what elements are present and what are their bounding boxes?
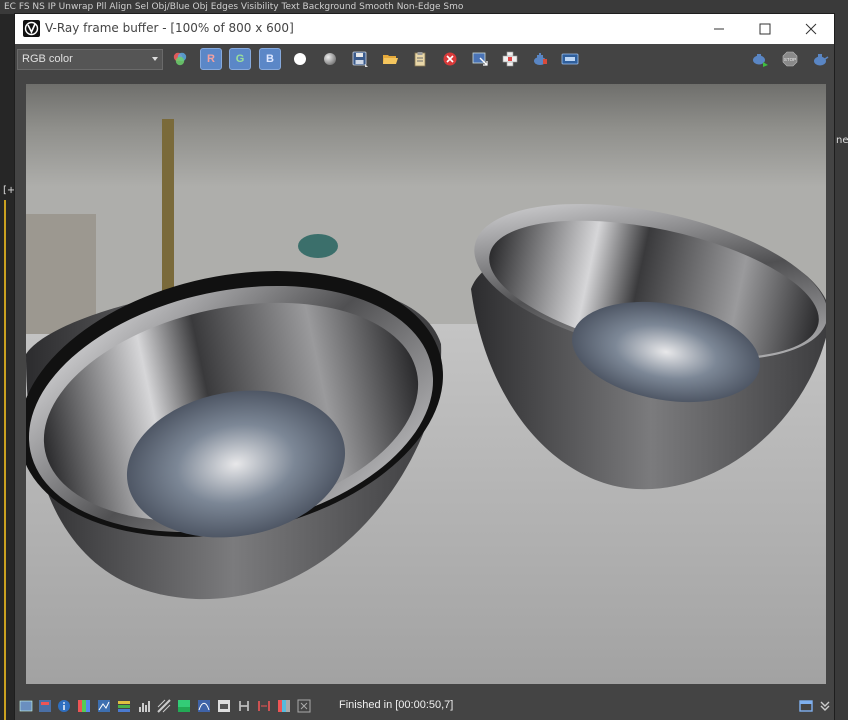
- levels-icon[interactable]: [97, 698, 111, 712]
- histogram-icon[interactable]: [137, 698, 151, 712]
- exposure-icon[interactable]: [157, 698, 171, 713]
- ocio-icon[interactable]: [217, 698, 231, 712]
- clipboard-icon: [414, 52, 426, 67]
- rendered-image[interactable]: [26, 84, 826, 684]
- maximize-button[interactable]: [742, 14, 788, 44]
- region-track-icon: [472, 52, 488, 66]
- background-right-panel: [835, 14, 848, 720]
- render-canvas: [26, 84, 826, 684]
- clear-image-button[interactable]: [439, 48, 461, 70]
- color-correction-icon[interactable]: [77, 698, 91, 712]
- blue-channel-button[interactable]: B: [259, 48, 281, 70]
- frame-icon[interactable]: [19, 698, 33, 712]
- teapot-region-icon: [534, 53, 547, 65]
- rgb-circles-icon: [173, 52, 187, 66]
- lut-icon[interactable]: [197, 698, 211, 712]
- background-right-label: net: [836, 135, 848, 146]
- curves-icon[interactable]: [117, 698, 131, 712]
- history-icon[interactable]: [38, 698, 52, 712]
- building-left: [26, 214, 96, 334]
- chevron-down-icon: [152, 57, 158, 61]
- track-mouse-button[interactable]: [469, 48, 491, 70]
- alpha-white-button[interactable]: [289, 48, 311, 70]
- h-icon[interactable]: [237, 698, 251, 712]
- follow-mouse-button[interactable]: [499, 48, 521, 70]
- load-image-button[interactable]: [379, 48, 401, 70]
- render-last-button[interactable]: [809, 48, 831, 70]
- channels-icon[interactable]: [277, 698, 291, 712]
- duplicate-to-history-button[interactable]: [409, 48, 431, 70]
- close-button[interactable]: [788, 14, 834, 44]
- save-disk-icon: [352, 51, 368, 67]
- render-region-button[interactable]: [529, 48, 551, 70]
- maximize-icon: [759, 23, 771, 35]
- channel-select[interactable]: RGB color: [17, 49, 163, 70]
- monochrome-button[interactable]: [319, 48, 341, 70]
- status-bar: Finished in [00:00:50,7]: [15, 692, 834, 720]
- green-channel-button[interactable]: G: [229, 48, 251, 70]
- clear-x-circle-icon: [443, 52, 457, 66]
- save-image-button[interactable]: [349, 48, 371, 70]
- pixel-info-icon[interactable]: [297, 698, 311, 713]
- vray-logo-icon: [23, 20, 40, 37]
- stop-sign-icon: STOP: [782, 51, 798, 67]
- chevron-down-double-icon[interactable]: [818, 698, 832, 712]
- stop-render-button[interactable]: STOP: [779, 48, 801, 70]
- render-status: Finished in [00:00:50,7]: [339, 699, 454, 711]
- white-circle-icon: [294, 53, 306, 65]
- teapot-icon: [814, 54, 829, 66]
- close-icon: [805, 23, 817, 35]
- background-app-toolbar: EC FS NS IP Unwrap Pll Align Sel Obj/Blu…: [0, 0, 848, 14]
- minimize-button[interactable]: [696, 14, 742, 44]
- vfb-toolbar: RGB color R G B STOP: [15, 44, 834, 75]
- title-bar[interactable]: V-Ray frame buffer - [100% of 800 x 600]: [15, 14, 834, 44]
- background-viewport-border: [4, 200, 14, 720]
- channel-select-value: RGB color: [22, 53, 73, 65]
- info-icon[interactable]: [57, 698, 71, 712]
- color-channels-button[interactable]: [169, 48, 191, 70]
- svg-text:STOP: STOP: [784, 57, 796, 62]
- start-render-button[interactable]: [749, 48, 771, 70]
- red-channel-button[interactable]: R: [200, 48, 222, 70]
- teal-object: [298, 234, 338, 258]
- vray-frame-buffer-window: V-Ray frame buffer - [100% of 800 x 600]…: [14, 13, 835, 720]
- expand-panel-icon[interactable]: [799, 698, 813, 712]
- teapot-render-icon: [753, 54, 768, 67]
- film-strip-icon: [561, 53, 579, 65]
- gray-sphere-icon: [324, 53, 336, 65]
- crosshair-grid-icon: [502, 51, 518, 67]
- srgb-icon[interactable]: [177, 698, 191, 712]
- window-title: V-Ray frame buffer - [100% of 800 x 600]: [45, 21, 294, 35]
- compare-icon[interactable]: [257, 698, 271, 712]
- folder-open-icon: [383, 55, 398, 64]
- minimize-icon: [714, 28, 724, 30]
- lens-effects-button[interactable]: [559, 48, 581, 70]
